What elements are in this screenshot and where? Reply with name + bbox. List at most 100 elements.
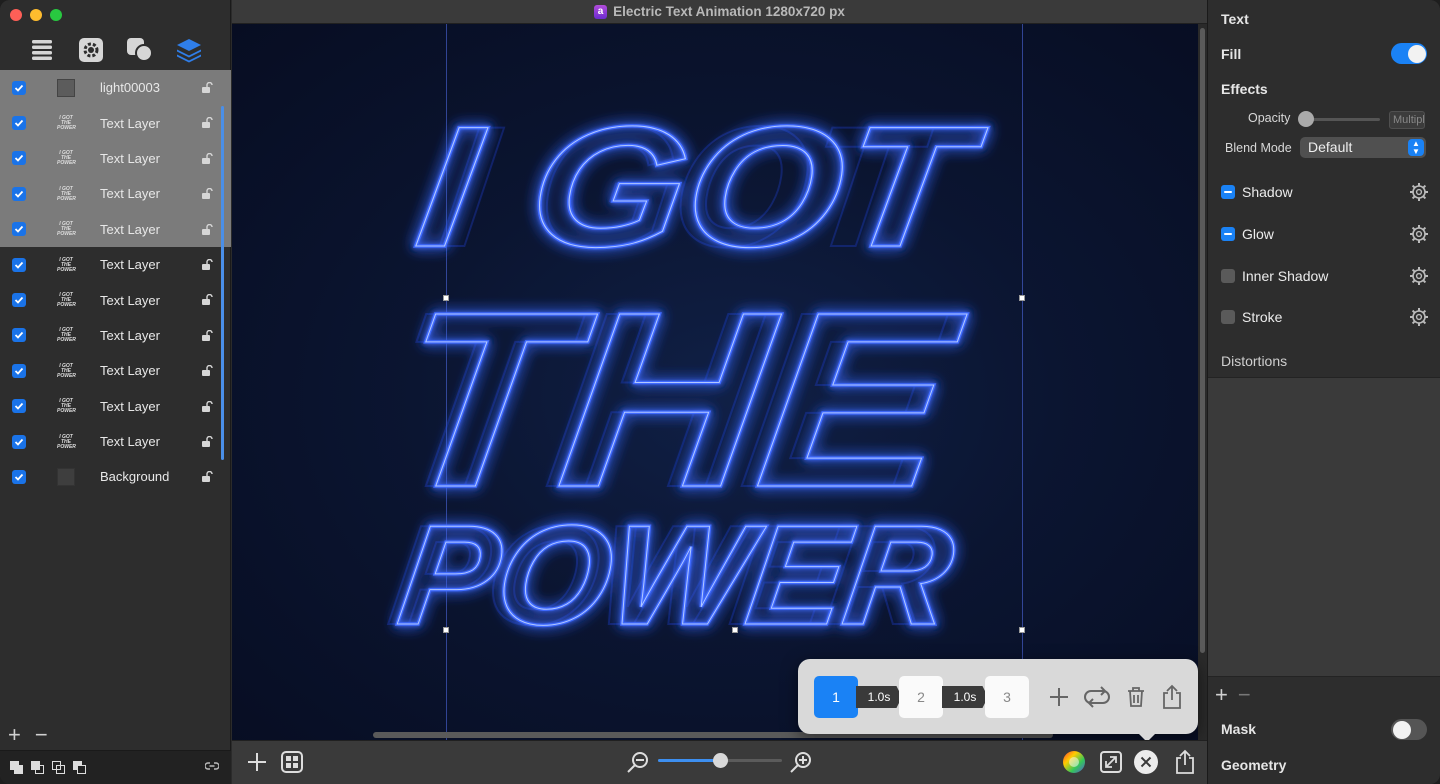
layer-row[interactable]: I GOT THE POWER Text Layer — [0, 424, 231, 459]
color-wheel-icon[interactable] — [1061, 749, 1087, 775]
zoom-in-icon[interactable] — [788, 749, 814, 775]
document-title: Electric Text Animation 1280x720 px — [613, 4, 845, 19]
selection-handle[interactable] — [1019, 295, 1025, 301]
effect-row: Glow — [1221, 222, 1429, 246]
blend-mode-select[interactable]: Default ▲ ▼ — [1300, 137, 1426, 158]
layer-row[interactable]: I GOT THE POWER Text Layer — [0, 247, 231, 282]
zoom-slider-knob[interactable] — [713, 753, 728, 768]
loop-icon[interactable] — [1083, 683, 1111, 711]
layer-visibility-checkbox[interactable] — [12, 469, 26, 484]
effect-enable-checkbox[interactable] — [1221, 269, 1235, 283]
opacity-blend-field[interactable]: Multiply — [1389, 111, 1425, 129]
neon-artwork[interactable]: I GOT THE POWER I GOT THE POWER I GOT TH… — [232, 24, 1198, 740]
distortions-label: Distortions — [1221, 353, 1288, 369]
layer-visibility-checkbox[interactable] — [12, 399, 26, 414]
keyframe-1[interactable]: 1 — [814, 676, 858, 718]
gear-icon[interactable] — [1409, 266, 1429, 291]
unlock-icon[interactable] — [201, 187, 213, 203]
canvas-toolbar — [232, 740, 1207, 784]
shapes-icon[interactable] — [126, 36, 154, 64]
gear-icon[interactable] — [1409, 182, 1429, 207]
layer-visibility-checkbox[interactable] — [12, 293, 26, 308]
exclude-icon[interactable] — [73, 761, 86, 774]
selection-handle[interactable] — [443, 627, 449, 633]
unlock-icon[interactable] — [201, 258, 213, 274]
add-icon[interactable] — [244, 749, 270, 775]
add-keyframe-icon[interactable] — [1045, 683, 1073, 711]
layer-row[interactable]: I GOT THE POWER Text Layer — [0, 353, 231, 388]
intersect-icon[interactable] — [52, 761, 65, 774]
fill-toggle[interactable] — [1391, 43, 1427, 64]
unlock-icon[interactable] — [201, 152, 213, 168]
layer-row[interactable]: I GOT THE POWER Text Layer — [0, 282, 231, 317]
layer-visibility-checkbox[interactable] — [12, 116, 26, 131]
gear-icon[interactable] — [1409, 307, 1429, 332]
layer-row[interactable]: I GOT THE POWER Text Layer — [0, 105, 231, 141]
trash-icon[interactable] — [1122, 683, 1150, 711]
subtract-icon[interactable] — [31, 761, 44, 774]
document-titlebar: a Electric Text Animation 1280x720 px — [232, 0, 1207, 24]
union-icon[interactable] — [10, 761, 23, 774]
add-layer-button[interactable]: + — [8, 724, 21, 746]
vertical-scroll-thumb[interactable] — [1200, 28, 1205, 653]
layer-visibility-checkbox[interactable] — [12, 257, 26, 272]
layer-visibility-checkbox[interactable] — [12, 434, 26, 449]
unlock-icon[interactable] — [201, 329, 213, 345]
layer-row[interactable]: Background — [0, 459, 231, 494]
layer-visibility-checkbox[interactable] — [12, 328, 26, 343]
keyframe-duration-1[interactable]: 1.0s — [856, 686, 902, 708]
remove-effect-button[interactable]: − — [1238, 684, 1251, 706]
effect-enable-checkbox[interactable] — [1221, 310, 1235, 324]
export-icon[interactable] — [1172, 749, 1198, 775]
unlock-icon[interactable] — [201, 364, 213, 380]
unlock-icon[interactable] — [201, 294, 213, 309]
gear-icon[interactable] — [1409, 224, 1429, 249]
share-icon[interactable] — [1158, 683, 1186, 711]
layer-row[interactable]: I GOT THE POWER Text Layer — [0, 211, 231, 247]
effect-enable-checkbox[interactable] — [1221, 227, 1235, 241]
layer-row[interactable]: light00003 — [0, 70, 231, 106]
layer-visibility-checkbox[interactable] — [12, 363, 26, 378]
keyframe-duration-2[interactable]: 1.0s — [942, 686, 988, 708]
selection-handle[interactable] — [732, 627, 738, 633]
minimize-window-button[interactable] — [30, 9, 42, 21]
unlock-icon[interactable] — [201, 400, 213, 416]
effect-enable-checkbox[interactable] — [1221, 185, 1235, 199]
layer-visibility-checkbox[interactable] — [12, 222, 26, 237]
unlock-icon[interactable] — [201, 223, 213, 239]
mask-toggle[interactable] — [1391, 719, 1427, 740]
link-icon[interactable] — [205, 761, 219, 771]
resize-icon[interactable] — [1098, 749, 1124, 775]
zoom-out-icon[interactable] — [625, 749, 651, 775]
layer-row[interactable]: I GOT THE POWER Text Layer — [0, 140, 231, 177]
layers-icon[interactable] — [175, 36, 203, 64]
unlock-icon[interactable] — [201, 81, 213, 97]
unlock-icon[interactable] — [201, 471, 213, 486]
close-window-button[interactable] — [10, 9, 22, 21]
unlock-icon[interactable] — [201, 117, 213, 132]
remove-layer-button[interactable]: − — [35, 724, 48, 746]
unlock-icon[interactable] — [201, 435, 213, 451]
fill-label: Fill — [1221, 46, 1242, 62]
keyframe-2[interactable]: 2 — [899, 676, 943, 718]
add-effect-button[interactable]: + — [1215, 684, 1228, 706]
layer-row[interactable]: I GOT THE POWER Text Layer — [0, 176, 231, 212]
canvas[interactable]: I GOT THE POWER I GOT THE POWER I GOT TH… — [232, 24, 1198, 740]
close-circle-icon[interactable] — [1133, 749, 1159, 775]
opacity-slider[interactable] — [1304, 118, 1380, 121]
layer-visibility-checkbox[interactable] — [12, 80, 26, 95]
layer-visibility-checkbox[interactable] — [12, 151, 26, 166]
blend-mode-label: Blend Mode — [1225, 141, 1292, 155]
layer-row[interactable]: I GOT THE POWER Text Layer — [0, 389, 231, 424]
opacity-slider-knob[interactable] — [1298, 111, 1314, 127]
gear-icon[interactable] — [77, 36, 105, 64]
grid-icon[interactable] — [279, 749, 305, 775]
selection-handle[interactable] — [443, 295, 449, 301]
distortions-list[interactable] — [1208, 377, 1440, 677]
selection-handle[interactable] — [1019, 627, 1025, 633]
layer-row[interactable]: I GOT THE POWER Text Layer — [0, 318, 231, 353]
layer-visibility-checkbox[interactable] — [12, 186, 26, 201]
keyframe-3[interactable]: 3 — [985, 676, 1029, 718]
list-icon[interactable] — [28, 36, 56, 64]
zoom-window-button[interactable] — [50, 9, 62, 21]
